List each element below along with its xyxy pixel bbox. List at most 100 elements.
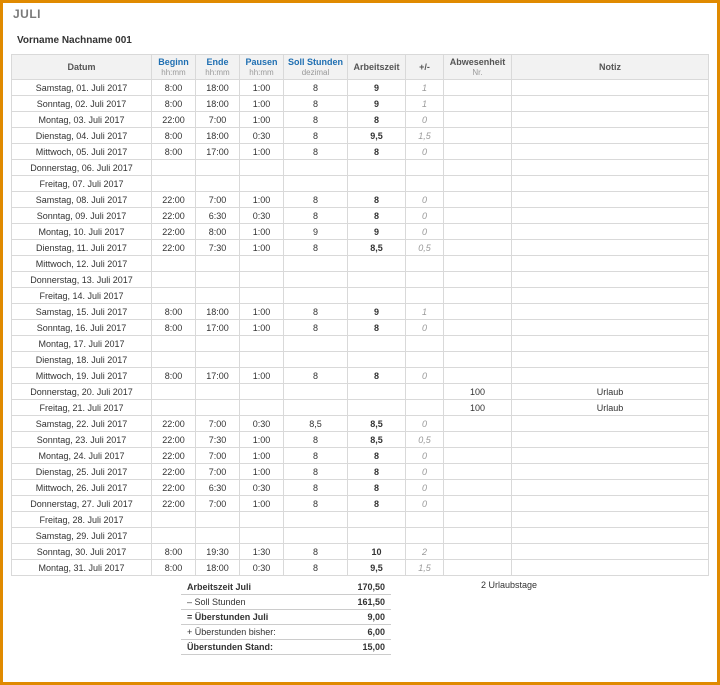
summary-arbeitszeit-label: Arbeitszeit Juli [181, 580, 341, 595]
table-cell: 22:00 [152, 448, 196, 464]
table-cell [512, 512, 709, 528]
table-row: Mittwoch, 19. Juli 20178:0017:001:00880 [12, 368, 709, 384]
table-cell: 22:00 [152, 416, 196, 432]
table-cell: 9 [284, 224, 348, 240]
table-cell [406, 288, 444, 304]
table-cell [284, 400, 348, 416]
table-cell [444, 544, 512, 560]
table-cell: 0 [406, 464, 444, 480]
table-cell [152, 400, 196, 416]
table-cell [444, 224, 512, 240]
table-cell: 1:00 [240, 304, 284, 320]
table-cell: 1:00 [240, 240, 284, 256]
table-cell: 9 [348, 80, 406, 96]
table-cell: Montag, 17. Juli 2017 [12, 336, 152, 352]
table-cell [284, 176, 348, 192]
table-cell: 8 [284, 208, 348, 224]
table-row: Donnerstag, 13. Juli 2017 [12, 272, 709, 288]
table-cell: 0 [406, 320, 444, 336]
summary-table: Arbeitszeit Juli170,50 – Soll Stunden161… [181, 580, 391, 655]
table-cell: 1:00 [240, 432, 284, 448]
table-cell [240, 272, 284, 288]
table-row: Freitag, 21. Juli 2017100Urlaub [12, 400, 709, 416]
table-cell: 7:00 [196, 192, 240, 208]
table-cell: 8:00 [152, 128, 196, 144]
table-row: Mittwoch, 26. Juli 201722:006:300:30880 [12, 480, 709, 496]
table-cell: 8 [284, 112, 348, 128]
table-cell [196, 288, 240, 304]
table-cell: 8 [348, 208, 406, 224]
table-cell: 9 [348, 96, 406, 112]
table-cell: 9 [348, 224, 406, 240]
table-cell: 17:00 [196, 144, 240, 160]
table-cell: 1:00 [240, 96, 284, 112]
table-cell [196, 384, 240, 400]
table-cell: Samstag, 29. Juli 2017 [12, 528, 152, 544]
table-cell [196, 256, 240, 272]
table-cell: 22:00 [152, 208, 196, 224]
table-cell [284, 160, 348, 176]
table-cell: 1:00 [240, 448, 284, 464]
table-cell: 7:00 [196, 496, 240, 512]
table-cell [196, 176, 240, 192]
table-cell [444, 96, 512, 112]
table-cell [196, 336, 240, 352]
table-cell [348, 528, 406, 544]
table-cell: 1:30 [240, 544, 284, 560]
table-cell: 8 [348, 112, 406, 128]
table-cell: 8 [348, 448, 406, 464]
table-row: Dienstag, 11. Juli 201722:007:301:0088,5… [12, 240, 709, 256]
table-cell: 8,5 [348, 416, 406, 432]
col-abwesenheit: AbwesenheitNr. [444, 55, 512, 80]
table-cell: 8 [284, 240, 348, 256]
table-cell: 0 [406, 480, 444, 496]
timesheet-table: Datum Beginnhh:mm Endehh:mm Pausenhh:mm … [11, 54, 709, 576]
table-cell [348, 352, 406, 368]
table-cell [512, 112, 709, 128]
table-cell: 8:00 [152, 144, 196, 160]
summary-soll-label: – Soll Stunden [181, 595, 341, 610]
table-cell: 0:30 [240, 208, 284, 224]
table-cell [406, 512, 444, 528]
table-cell: 8,5 [348, 432, 406, 448]
table-cell: Mittwoch, 12. Juli 2017 [12, 256, 152, 272]
table-cell [284, 352, 348, 368]
table-cell [512, 288, 709, 304]
table-cell: 0:30 [240, 416, 284, 432]
table-cell [444, 128, 512, 144]
table-cell [284, 512, 348, 528]
table-cell: Sonntag, 02. Juli 2017 [12, 96, 152, 112]
table-cell: 8 [348, 496, 406, 512]
table-cell [152, 176, 196, 192]
table-cell: 1 [406, 304, 444, 320]
table-cell [512, 192, 709, 208]
table-cell: Dienstag, 25. Juli 2017 [12, 464, 152, 480]
table-cell: Mittwoch, 05. Juli 2017 [12, 144, 152, 160]
table-cell: 0,5 [406, 432, 444, 448]
table-row: Dienstag, 18. Juli 2017 [12, 352, 709, 368]
table-cell [240, 352, 284, 368]
table-cell: Freitag, 07. Juli 2017 [12, 176, 152, 192]
table-cell: Samstag, 08. Juli 2017 [12, 192, 152, 208]
table-cell: 0:30 [240, 128, 284, 144]
table-cell [196, 352, 240, 368]
table-cell: Freitag, 14. Juli 2017 [12, 288, 152, 304]
table-cell [406, 160, 444, 176]
table-cell [196, 512, 240, 528]
summary-arbeitszeit-value: 170,50 [341, 580, 391, 595]
table-cell: 8 [348, 368, 406, 384]
table-cell: 22:00 [152, 480, 196, 496]
table-cell [284, 528, 348, 544]
table-cell: Urlaub [512, 384, 709, 400]
table-cell [348, 256, 406, 272]
col-begin: Beginnhh:mm [152, 55, 196, 80]
table-cell: 1 [406, 80, 444, 96]
col-date: Datum [12, 55, 152, 80]
table-cell [348, 288, 406, 304]
table-cell [284, 336, 348, 352]
table-cell: 8 [348, 144, 406, 160]
table-cell: 0 [406, 448, 444, 464]
table-row: Samstag, 01. Juli 20178:0018:001:00891 [12, 80, 709, 96]
table-cell: 2 [406, 544, 444, 560]
table-row: Freitag, 14. Juli 2017 [12, 288, 709, 304]
